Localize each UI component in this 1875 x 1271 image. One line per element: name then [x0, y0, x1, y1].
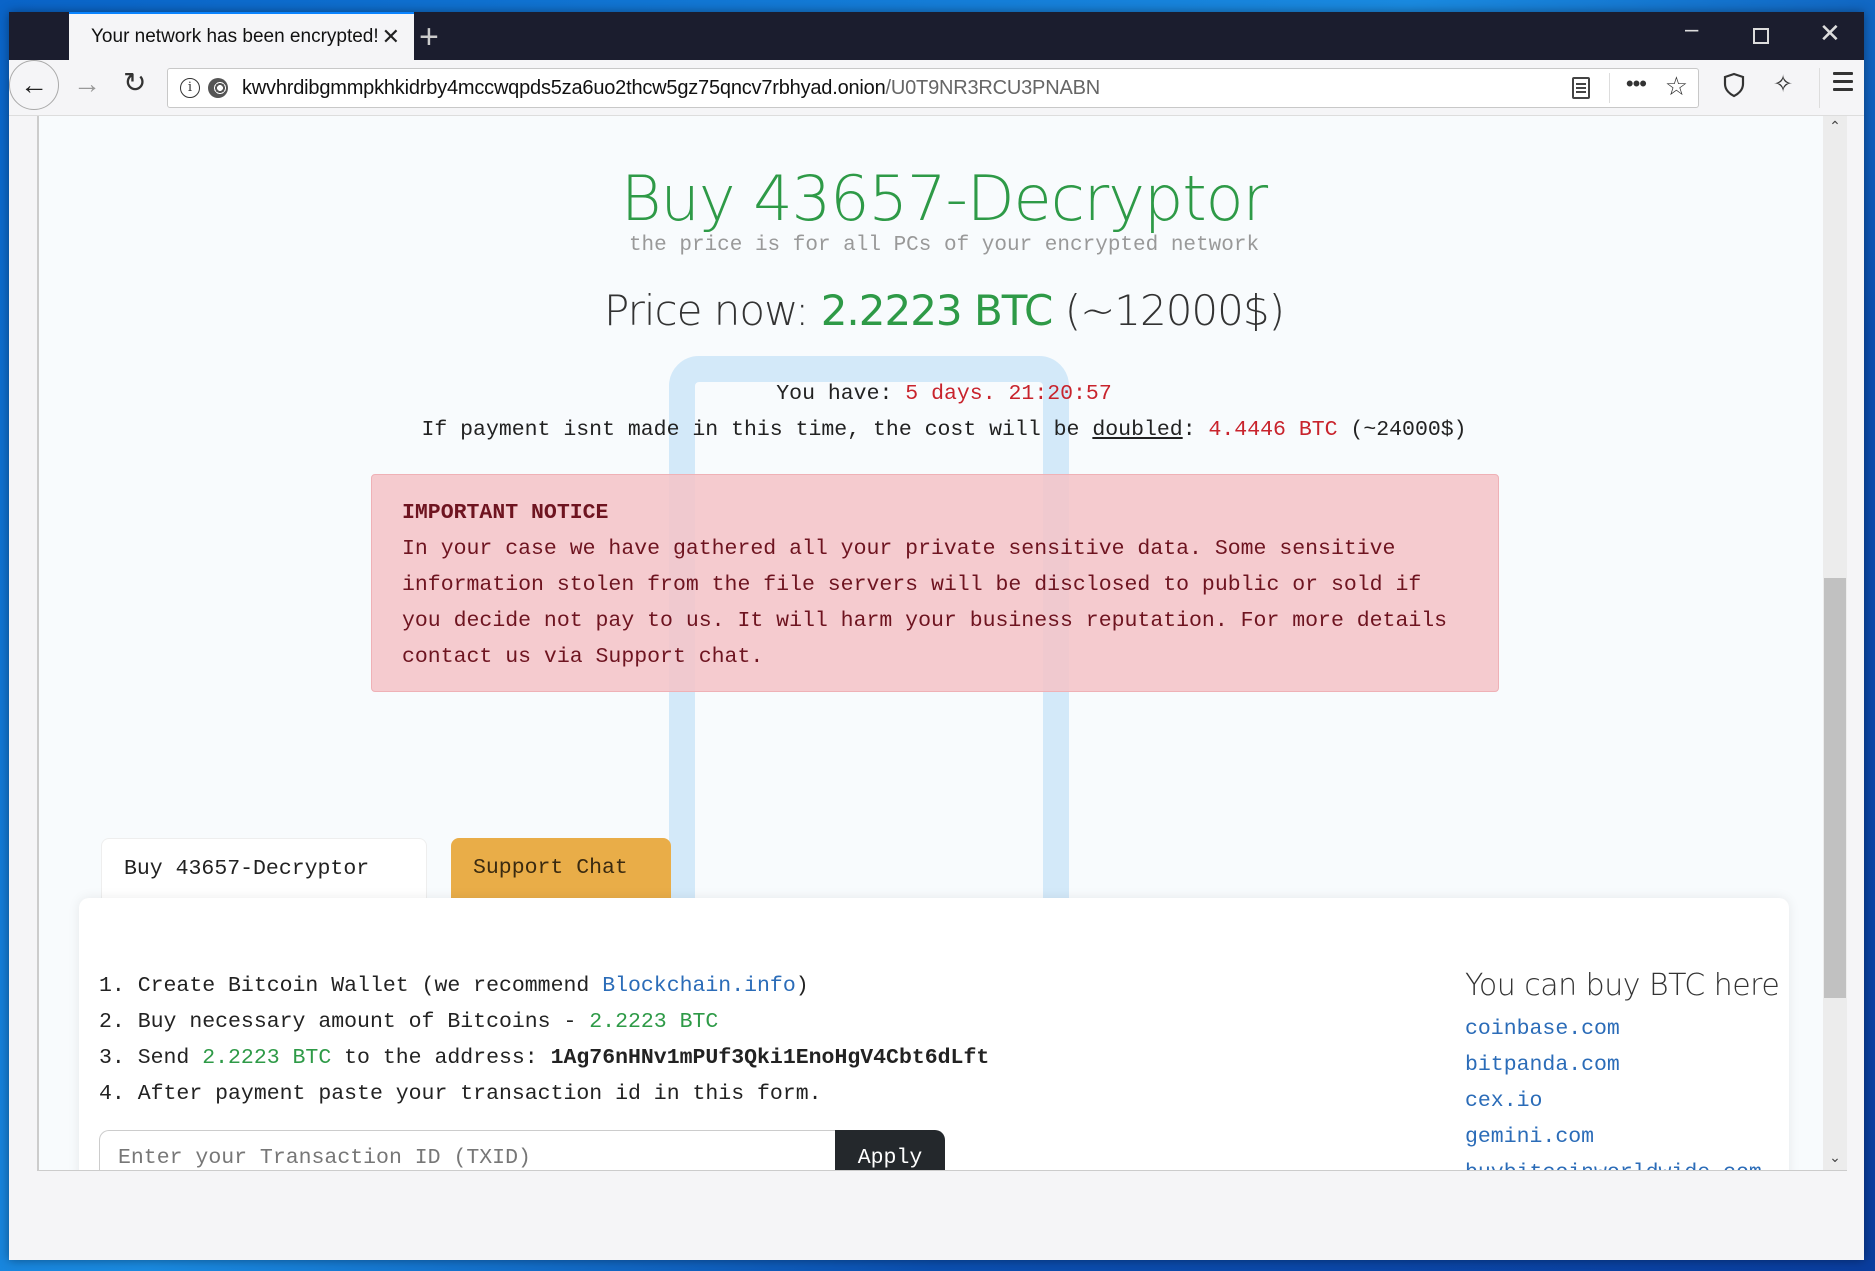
page-viewport: Malware Guide Buy 43657-Decryptor the pr… [37, 116, 1847, 1170]
doubled-colon: : [1182, 418, 1209, 442]
exchange-links: coinbase.com bitpanda.com cex.io gemini.… [1465, 1011, 1779, 1170]
countdown-line: You have: 5 days. 21:20:57 [39, 382, 1847, 406]
exchange-link-coinbase[interactable]: coinbase.com [1465, 1011, 1779, 1047]
step-3-text: 3. Send [99, 1046, 203, 1070]
more-actions-icon[interactable]: ••• [1626, 71, 1647, 97]
btc-address: 1Ag76nHNv1mPUf3Qki1EnoHgV4Cbt6dLft [550, 1046, 990, 1070]
reload-button[interactable]: ↻ [123, 66, 146, 99]
vertical-scrollbar[interactable]: ⌃ ⌄ [1823, 116, 1847, 1170]
price-line: Price now: 2.2223 BTC (~12000$) [39, 286, 1847, 335]
tab-close-icon[interactable]: ✕ [382, 24, 400, 50]
tab-support-chat[interactable]: Support Chat [451, 838, 671, 898]
step-2: 2. Buy necessary amount of Bitcoins - 2.… [99, 1004, 989, 1040]
tab-buy-decryptor[interactable]: Buy 43657-Decryptor [101, 838, 427, 898]
exchange-link-gemini[interactable]: gemini.com [1465, 1119, 1779, 1155]
price-usd: (~12000$) [1052, 286, 1285, 335]
txid-input[interactable] [99, 1130, 835, 1170]
info-icon[interactable]: i [180, 78, 200, 98]
buy-btc-title: You can buy BTC here [1465, 968, 1780, 1003]
buy-btc-section: You can buy BTC here coinbase.com bitpan… [1465, 968, 1780, 1170]
bookmark-star-icon[interactable]: ☆ [1665, 71, 1688, 102]
shield-icon[interactable] [1723, 72, 1745, 98]
price-btc: 2.2223 BTC [820, 286, 1054, 335]
forward-button[interactable]: → [73, 68, 101, 100]
step-4: 4. After payment paste your transaction … [99, 1082, 822, 1106]
step-1-suffix: ) [795, 974, 809, 998]
payment-steps: 1. Create Bitcoin Wallet (we recommend B… [99, 968, 989, 1112]
tab-bar: Your network has been encrypted! ✕ + – ✕ [9, 12, 1864, 60]
exchange-link-bitpanda[interactable]: bitpanda.com [1465, 1047, 1779, 1083]
page-subtitle: the price is for all PCs of your encrypt… [628, 234, 1260, 257]
url-path: /U0T9NR3RCU3PNABN [885, 76, 1101, 99]
step-2-btc: 2.2223 BTC [589, 1010, 719, 1034]
important-notice-alert: IMPORTANT NOTICE In your case we have ga… [371, 474, 1499, 692]
navigation-bar: ← → ↻ i kwvhrdibgmmpkhkidrby4mccwqpds5za… [9, 60, 1864, 116]
doubled-prefix: If payment isnt made in this time, the c… [421, 418, 1093, 442]
timer-value: 5 days. 21:20:57 [905, 382, 1112, 406]
browser-window: Your network has been encrypted! ✕ + – ✕… [9, 12, 1864, 1260]
doubled-price-line: If payment isnt made in this time, the c… [39, 418, 1847, 442]
back-arrow-icon: ← [20, 69, 48, 100]
url-bar[interactable]: i kwvhrdibgmmpkhkidrby4mccwqpds5za6uo2th… [167, 68, 1699, 108]
doubled-usd: (~24000$) [1337, 418, 1467, 442]
payment-card: 1. Create Bitcoin Wallet (we recommend B… [79, 898, 1789, 1170]
url-host: kwvhrdibgmmpkhkidrby4mccwqpds5za6uo2thcw… [242, 76, 886, 99]
step-1-text: 1. Create Bitcoin Wallet (we recommend [99, 974, 603, 998]
notice-title: IMPORTANT NOTICE [402, 501, 609, 525]
new-tab-button[interactable]: + [419, 18, 439, 57]
window-close-button[interactable]: ✕ [1819, 18, 1841, 49]
doubled-btc: 4.4446 BTC [1208, 418, 1338, 442]
notice-body: In your case we have gathered all your p… [402, 537, 1448, 669]
step-1: 1. Create Bitcoin Wallet (we recommend B… [99, 968, 989, 1004]
price-label: Price now: [604, 286, 821, 335]
exchange-link-cex[interactable]: cex.io [1465, 1083, 1779, 1119]
step-3-btc: 2.2223 BTC [202, 1046, 332, 1070]
broom-icon[interactable]: ✧ [1773, 70, 1793, 99]
back-button[interactable]: ← [9, 60, 59, 110]
scrollbar-thumb[interactable] [1824, 578, 1846, 998]
blockchain-link[interactable]: Blockchain.info [602, 974, 796, 998]
txid-form: Apply [99, 1130, 945, 1170]
toolbar-divider [1819, 68, 1820, 108]
browser-tab[interactable]: Your network has been encrypted! ✕ [69, 12, 414, 60]
onion-icon [208, 78, 228, 98]
scroll-down-icon[interactable]: ⌄ [1823, 1149, 1847, 1166]
step-2-text: 2. Buy necessary amount of Bitcoins - [99, 1010, 590, 1034]
page-title: Buy 43657-Decryptor [620, 162, 1268, 235]
doubled-word: doubled [1092, 418, 1183, 442]
minimize-button[interactable]: – [1685, 16, 1698, 44]
apply-button[interactable]: Apply [835, 1130, 945, 1170]
step-3-mid: to the address: [331, 1046, 551, 1070]
step-3: 3. Send 2.2223 BTC to the address: 1Ag76… [99, 1040, 989, 1076]
url-text[interactable]: kwvhrdibgmmpkhkidrby4mccwqpds5za6uo2thcw… [242, 77, 1100, 100]
url-divider [1609, 73, 1610, 103]
maximize-button[interactable] [1753, 28, 1769, 44]
timer-label: You have: [776, 382, 906, 406]
tab-title: Your network has been encrypted! [91, 26, 379, 47]
hamburger-menu-icon[interactable] [1833, 72, 1853, 96]
viewport-border [37, 1170, 1847, 1171]
exchange-link-buybitcoinworldwide[interactable]: buybitcoinworldwide.com [1465, 1155, 1779, 1170]
reader-view-icon[interactable] [1572, 77, 1590, 99]
scroll-up-icon[interactable]: ⌃ [1823, 118, 1847, 135]
